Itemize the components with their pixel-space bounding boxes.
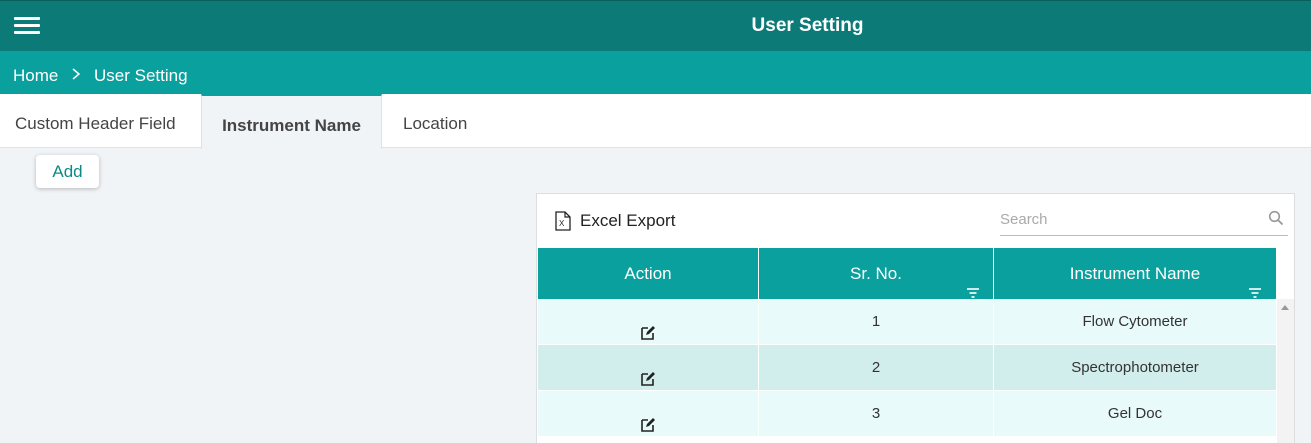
edit-icon[interactable] bbox=[640, 406, 656, 432]
column-header-label: Instrument Name bbox=[1069, 264, 1201, 283]
action-cell bbox=[538, 345, 759, 391]
tab-bar: Custom Header Field Instrument Name Loca… bbox=[0, 94, 1311, 149]
column-header-action: Action bbox=[538, 248, 759, 299]
add-button[interactable]: Add bbox=[36, 155, 99, 188]
breadcrumb: Home User Setting bbox=[0, 51, 1311, 94]
top-app-bar: User Setting bbox=[0, 0, 1311, 51]
table-row[interactable]: 1 Flow Cytometer bbox=[538, 299, 1276, 345]
sr-no-cell: 2 bbox=[759, 345, 994, 391]
excel-export-label: Excel Export bbox=[580, 211, 676, 230]
column-header-label: Sr. No. bbox=[850, 264, 902, 283]
action-cell bbox=[538, 391, 759, 437]
table-row[interactable]: 2 Spectrophotometer bbox=[538, 345, 1276, 391]
tab-custom-header-field[interactable]: Custom Header Field bbox=[15, 94, 176, 148]
edit-icon[interactable] bbox=[640, 314, 656, 340]
scroll-up-arrow-icon[interactable] bbox=[1281, 305, 1289, 310]
excel-export-button[interactable]: X Excel Export bbox=[554, 211, 675, 231]
svg-text:X: X bbox=[559, 219, 565, 228]
breadcrumb-current: User Setting bbox=[94, 66, 188, 85]
sr-no-cell: 3 bbox=[759, 391, 994, 437]
chevron-right-icon bbox=[71, 66, 81, 86]
instrument-grid: X Excel Export Action Sr. No. Instrument bbox=[536, 193, 1295, 443]
edit-icon[interactable] bbox=[640, 360, 656, 386]
instrument-name-cell: Spectrophotometer bbox=[1071, 359, 1199, 376]
table-header: Action Sr. No. Instrument Name bbox=[538, 248, 1276, 299]
action-cell bbox=[538, 299, 759, 345]
tab-instrument-name[interactable]: Instrument Name bbox=[201, 94, 382, 149]
tab-location[interactable]: Location bbox=[403, 94, 467, 148]
sr-no-cell: 1 bbox=[759, 299, 994, 345]
vertical-scrollbar[interactable] bbox=[1277, 299, 1294, 443]
table-row[interactable]: 3 Gel Doc bbox=[538, 391, 1276, 437]
excel-file-icon: X bbox=[554, 211, 572, 231]
filter-icon[interactable] bbox=[1248, 267, 1262, 298]
search-box bbox=[1000, 204, 1288, 236]
search-input[interactable] bbox=[1000, 204, 1260, 234]
breadcrumb-home-link[interactable]: Home bbox=[13, 66, 58, 86]
search-icon[interactable] bbox=[1268, 210, 1284, 226]
page-title: User Setting bbox=[751, 15, 864, 36]
filter-icon[interactable] bbox=[966, 267, 980, 298]
instrument-name-cell: Flow Cytometer bbox=[1082, 313, 1188, 330]
column-header-sr-no[interactable]: Sr. No. bbox=[759, 248, 994, 299]
instrument-name-cell: Gel Doc bbox=[1107, 405, 1163, 422]
grid-toolbar: X Excel Export bbox=[537, 194, 1294, 247]
column-header-instrument-name[interactable]: Instrument Name bbox=[994, 248, 1276, 299]
